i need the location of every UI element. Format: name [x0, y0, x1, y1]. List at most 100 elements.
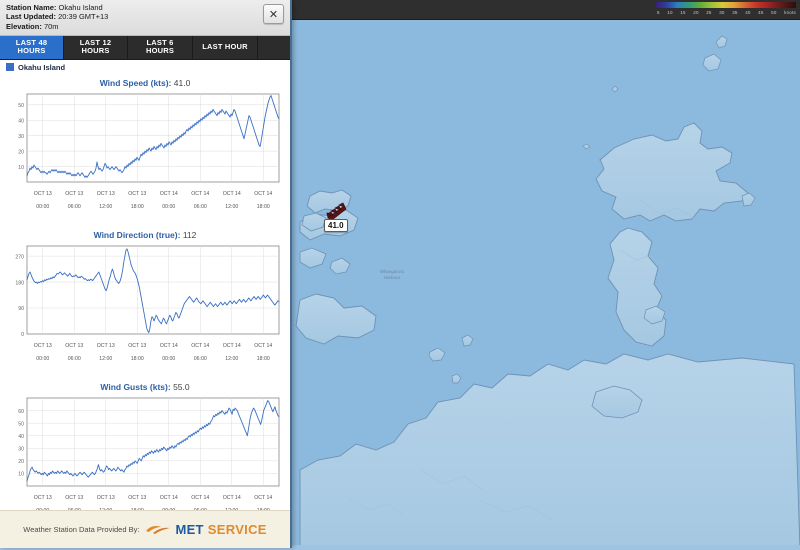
svg-text:OCT 14: OCT 14	[254, 343, 272, 349]
svg-text:40: 40	[18, 118, 24, 124]
svg-text:OCT 14: OCT 14	[160, 191, 178, 197]
svg-text:06:00: 06:00	[68, 204, 81, 210]
brand-service-text: SERVICE	[207, 522, 267, 537]
svg-text:30: 30	[18, 134, 24, 140]
wind-direction-chart[interactable]: Wind Direction (true): 112 0 90 180 270 OCT …	[0, 228, 290, 380]
wind-speed-plot: 10 20 30 40 50 OCT 13 00:00 OCT 13 06:00 OCT 13 12…	[18, 93, 280, 210]
scale-tick: 20	[693, 10, 699, 15]
svg-text:12:00: 12:00	[99, 356, 112, 362]
svg-text:12:00: 12:00	[225, 204, 238, 210]
svg-text:50: 50	[18, 103, 24, 109]
station-detail-panel: Station Name: Okahu Island Last Updated:…	[0, 0, 292, 548]
svg-text:OCT 14: OCT 14	[191, 343, 209, 349]
scale-tick: 30	[719, 10, 725, 15]
wind-gusts-title: Wind Gusts (kts): 55.0	[0, 380, 290, 394]
wind-speed-chart[interactable]: Wind Speed (kts): 41.0 10 20 30 40 50 OCT 13 0…	[0, 76, 290, 228]
svg-text:06:00: 06:00	[194, 508, 207, 510]
svg-text:270: 270	[15, 254, 24, 260]
last-updated-label: Last Updated:	[6, 12, 57, 22]
svg-text:50: 50	[18, 421, 24, 427]
legend-color-swatch	[6, 63, 14, 72]
wind-gusts-title-main: Wind Gusts (kts):	[100, 381, 171, 392]
wind-direction-title-main: Wind Direction (true):	[93, 229, 181, 240]
panel-header: Station Name: Okahu Island Last Updated:…	[0, 0, 290, 36]
svg-text:18:00: 18:00	[257, 356, 270, 362]
scale-units-label: knots	[784, 10, 796, 15]
svg-text:10: 10	[18, 472, 24, 478]
svg-text:OCT 13: OCT 13	[34, 495, 52, 501]
svg-text:06:00: 06:00	[194, 204, 207, 210]
svg-text:12:00: 12:00	[99, 508, 112, 510]
svg-text:OCT 13: OCT 13	[128, 495, 146, 501]
scale-tick: 5	[657, 10, 660, 15]
wind-gusts-chart[interactable]: Wind Gusts (kts): 55.0 10 20 30 40 50 60 OCT 1…	[0, 380, 290, 510]
svg-text:18:00: 18:00	[131, 204, 144, 210]
svg-text:OCT 14: OCT 14	[223, 343, 241, 349]
tab-last-hour[interactable]: LAST HOUR	[193, 35, 258, 59]
last-updated-row: Last Updated: 20:39 GMT+13	[6, 12, 284, 21]
svg-text:06:00: 06:00	[68, 356, 81, 362]
wind-gusts-plot: 10 20 30 40 50 60 OCT 13 00:00 OCT 13 06:00 OCT 13…	[18, 397, 280, 510]
footer-credit-text: Weather Station Data Provided By:	[23, 525, 140, 534]
svg-text:90: 90	[18, 306, 24, 312]
svg-text:OCT 13: OCT 13	[128, 191, 146, 197]
svg-text:18:00: 18:00	[131, 508, 144, 510]
wind-direction-title: Wind Direction (true): 112	[0, 228, 290, 242]
charts-container: Wind Speed (kts): 41.0 10 20 30 40 50 OCT 13 0…	[0, 73, 290, 510]
svg-text:10: 10	[18, 165, 24, 171]
svg-text:OCT 13: OCT 13	[128, 343, 146, 349]
svg-text:OCT 13: OCT 13	[34, 191, 52, 197]
wind-speed-title: Wind Speed (kts): 41.0	[0, 76, 290, 90]
svg-text:OCT 14: OCT 14	[223, 191, 241, 197]
scale-tick: 35	[732, 10, 738, 15]
svg-text:30: 30	[18, 446, 24, 452]
svg-text:12:00: 12:00	[225, 356, 238, 362]
svg-text:OCT 14: OCT 14	[254, 495, 272, 501]
svg-text:OCT 14: OCT 14	[191, 191, 209, 197]
svg-text:18:00: 18:00	[131, 356, 144, 362]
app-root: Whangaruru Harbour 5 10 15 20 25 30 35 4…	[0, 0, 800, 550]
time-range-tabs: LAST 48 HOURS LAST 12 HOURS LAST 6 HOURS…	[0, 35, 290, 60]
swoosh-icon	[146, 526, 171, 534]
station-name-row: Station Name: Okahu Island	[6, 3, 284, 12]
svg-text:20: 20	[18, 459, 24, 465]
svg-text:OCT 14: OCT 14	[191, 495, 209, 501]
tab-last-6-hours[interactable]: LAST 6 HOURS	[128, 35, 193, 59]
wind-speed-title-main: Wind Speed (kts):	[99, 77, 172, 88]
scale-tick: 10	[667, 10, 673, 15]
legend-series-label: Okahu Island	[18, 62, 66, 72]
svg-text:OCT 13: OCT 13	[34, 343, 52, 349]
scale-tick: 50	[771, 10, 777, 15]
svg-text:0: 0	[21, 332, 24, 338]
wind-gusts-title-value: 55.0	[173, 381, 190, 392]
metservice-logo: MET SERVICE	[145, 522, 266, 537]
chart-legend: Okahu Island	[0, 59, 290, 74]
wind-speed-title-value: 41.0	[173, 77, 191, 88]
svg-text:18:00: 18:00	[257, 508, 270, 510]
svg-text:OCT 13: OCT 13	[65, 191, 83, 197]
svg-text:OCT 13: OCT 13	[65, 495, 83, 501]
wind-direction-plot: 0 90 180 270 OCT 13 00:00 OCT 13 06:00 OCT 13 12:…	[15, 245, 280, 362]
scale-tick: 15	[680, 10, 686, 15]
tab-last-48-hours[interactable]: LAST 48 HOURS	[0, 35, 64, 59]
tabs-filler	[258, 35, 290, 59]
station-marker[interactable]: 41.0	[316, 200, 362, 236]
svg-text:12:00: 12:00	[225, 508, 238, 510]
close-icon[interactable]: ✕	[263, 4, 284, 24]
color-scale-ticks: 5 10 15 20 25 30 35 40 45 50 knots	[653, 8, 798, 16]
wind-color-scale: 5 10 15 20 25 30 35 40 45 50 knots	[653, 1, 798, 19]
svg-text:180: 180	[15, 280, 24, 286]
svg-text:06:00: 06:00	[194, 356, 207, 362]
scale-tick: 25	[706, 10, 712, 15]
elevation-value: 70m	[43, 21, 59, 31]
svg-text:OCT 14: OCT 14	[160, 343, 178, 349]
svg-text:00:00: 00:00	[36, 356, 49, 362]
svg-text:OCT 13: OCT 13	[97, 495, 115, 501]
map-place-label-2: Harbour	[384, 275, 401, 280]
svg-text:12:00: 12:00	[99, 204, 112, 210]
svg-text:00:00: 00:00	[162, 356, 175, 362]
svg-text:OCT 14: OCT 14	[160, 495, 178, 501]
svg-text:00:00: 00:00	[36, 508, 49, 510]
last-updated-value: 20:39 GMT+13	[58, 12, 109, 22]
tab-last-12-hours[interactable]: LAST 12 HOURS	[64, 35, 128, 59]
